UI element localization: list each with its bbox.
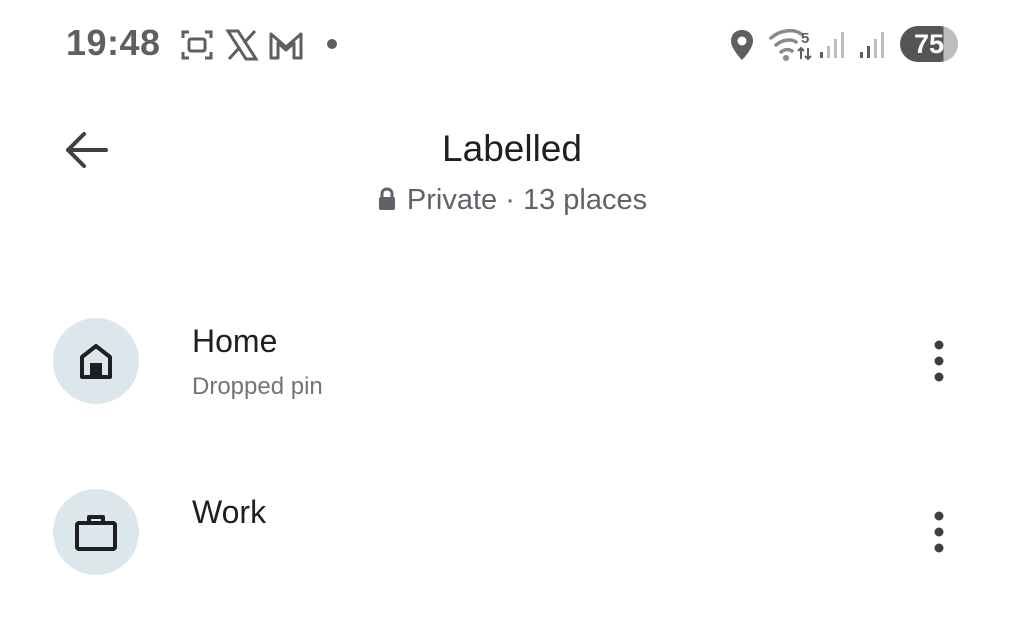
place-avatar bbox=[53, 318, 139, 404]
more-vert-icon bbox=[934, 511, 944, 553]
more-options-button[interactable] bbox=[916, 331, 962, 391]
list-item-work[interactable]: Work bbox=[0, 477, 1024, 587]
lock-icon bbox=[378, 187, 395, 210]
place-detail: Dropped pin bbox=[192, 373, 323, 400]
location-pin-icon bbox=[731, 30, 753, 60]
place-name: Home bbox=[192, 323, 278, 359]
wifi-badge: 5 bbox=[801, 30, 809, 47]
battery-indicator: 75 bbox=[900, 26, 958, 62]
gmail-icon bbox=[269, 32, 303, 60]
place-avatar bbox=[53, 489, 139, 575]
signal-icon bbox=[820, 32, 844, 58]
briefcase-icon bbox=[75, 515, 117, 551]
page-title: Labelled bbox=[442, 128, 582, 169]
x-app-icon bbox=[225, 29, 259, 61]
more-vert-icon bbox=[934, 340, 944, 382]
dot-icon bbox=[327, 39, 337, 49]
home-icon bbox=[80, 344, 112, 379]
status-bar: 19:48 5 75 bbox=[0, 0, 1024, 90]
status-time: 19:48 bbox=[66, 22, 161, 63]
signal-icon bbox=[860, 32, 884, 58]
list-item-home[interactable]: Home Dropped pin bbox=[0, 306, 1024, 416]
visibility-label: Private bbox=[406, 184, 498, 216]
screenshot-icon bbox=[181, 30, 213, 60]
screen: 19:48 5 75 Labelled Private · 13 places … bbox=[0, 0, 1024, 625]
wifi-icon: 5 bbox=[769, 28, 812, 61]
subtitle-separator: · bbox=[505, 184, 515, 216]
place-name: Work bbox=[192, 494, 267, 530]
place-count: 13 places bbox=[522, 184, 648, 216]
list-subtitle: Private · 13 places bbox=[0, 184, 1024, 217]
more-options-button[interactable] bbox=[916, 502, 962, 562]
